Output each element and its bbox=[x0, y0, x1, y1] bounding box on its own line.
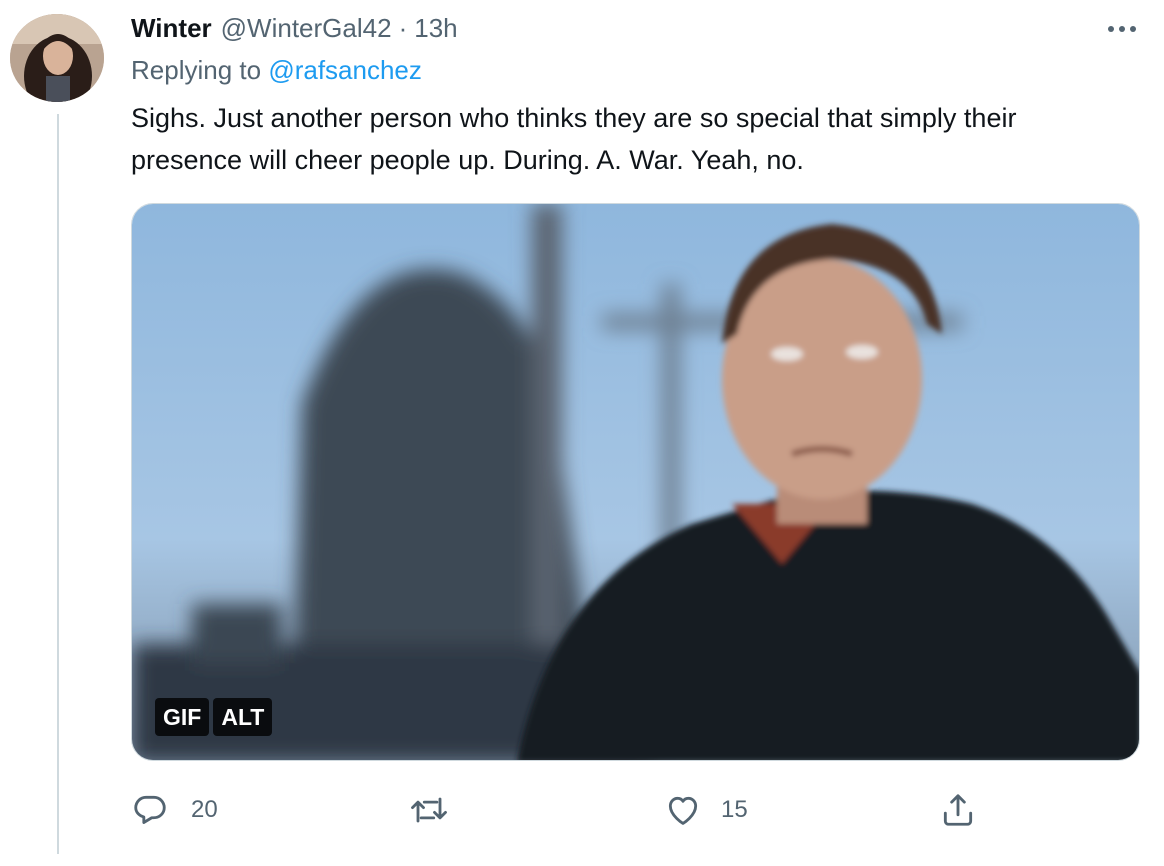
replying-mention-link[interactable]: @rafsanchez bbox=[268, 55, 422, 85]
tweet-text: Sighs. Just another person who thinks th… bbox=[131, 103, 1017, 175]
like-count: 15 bbox=[721, 796, 748, 823]
like-button[interactable]: 15 bbox=[663, 788, 748, 832]
share-button[interactable] bbox=[939, 788, 999, 832]
retweet-button[interactable] bbox=[407, 788, 473, 832]
media-badges: GIF ALT bbox=[155, 698, 273, 736]
heart-icon bbox=[668, 796, 698, 825]
tweet-actions: 20 15 bbox=[131, 788, 1131, 832]
alt-text-button[interactable]: ALT bbox=[213, 698, 273, 736]
more-options-button[interactable] bbox=[1100, 16, 1144, 42]
reply-icon bbox=[134, 795, 166, 824]
retweet-icon bbox=[411, 797, 447, 823]
reply-count: 20 bbox=[191, 796, 218, 823]
share-icon bbox=[943, 794, 973, 826]
timestamp[interactable]: 13h bbox=[414, 13, 457, 44]
more-icon bbox=[1108, 26, 1136, 32]
user-handle[interactable]: @WinterGal42 bbox=[221, 13, 392, 44]
separator-dot: · bbox=[398, 12, 408, 43]
gif-badge: GIF bbox=[155, 698, 210, 736]
tweet: Winter @WinterGal42 · 13h Replying to @r… bbox=[0, 0, 1164, 866]
gif-media[interactable] bbox=[131, 203, 1140, 761]
tweet-header: Winter @WinterGal42 · 13h bbox=[131, 8, 458, 48]
thread-line bbox=[57, 114, 59, 854]
avatar[interactable] bbox=[10, 14, 104, 102]
reply-button[interactable]: 20 bbox=[131, 788, 218, 832]
replying-prefix: Replying to bbox=[131, 55, 262, 85]
gif-image bbox=[132, 204, 1139, 760]
display-name[interactable]: Winter bbox=[131, 13, 212, 44]
replying-to: Replying to @rafsanchez bbox=[131, 55, 422, 86]
